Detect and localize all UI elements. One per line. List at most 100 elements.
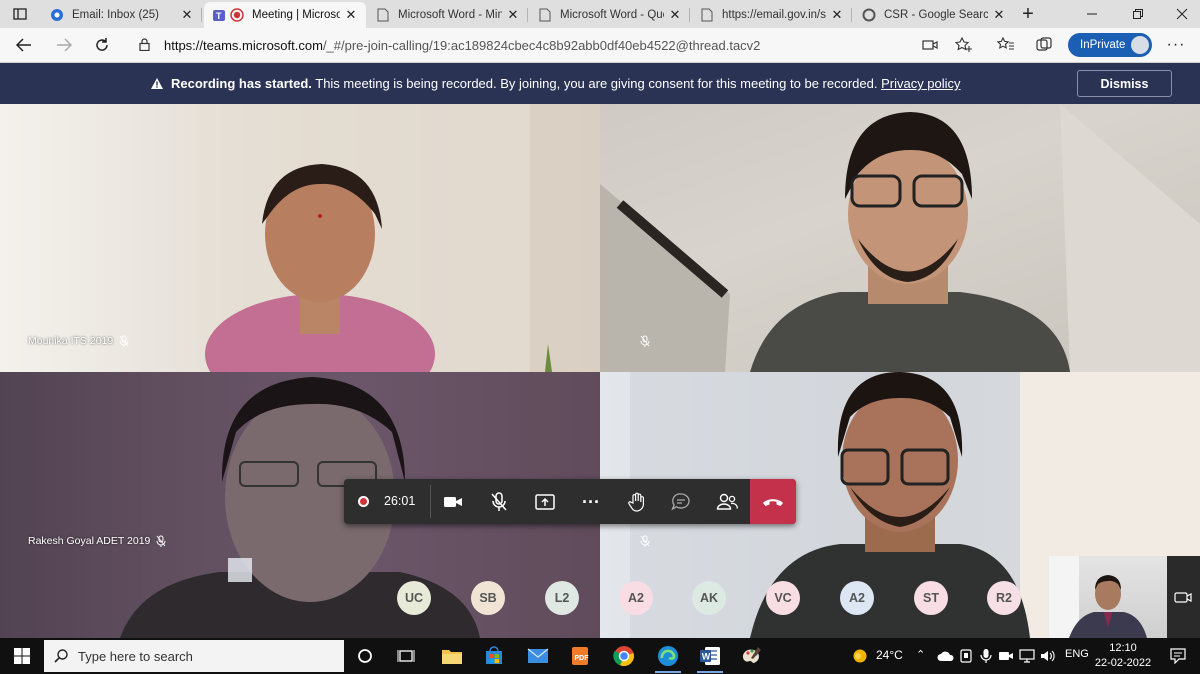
document-icon	[538, 8, 552, 22]
participant-avatar[interactable]: VC	[766, 581, 800, 615]
self-view-controls	[1167, 556, 1200, 638]
participant-name-plate: Rakesh Goyal ADET 2019	[28, 535, 166, 547]
raise-hand-button[interactable]	[622, 487, 652, 517]
close-icon[interactable]: ✕	[506, 7, 520, 23]
tab-google-search[interactable]: CSR - Google Search ✕	[854, 2, 1014, 28]
participant-avatar[interactable]: AK	[692, 581, 726, 615]
tab-word-que[interactable]: Microsoft Word - Que ✕	[530, 2, 690, 28]
word-icon[interactable]: W	[698, 644, 722, 668]
video-tile-mounika[interactable]: Mounika ITS 2019	[0, 104, 600, 372]
language-indicator[interactable]: ENG	[1065, 648, 1089, 660]
camera-icon	[444, 497, 462, 507]
close-icon[interactable]: ✕	[830, 7, 844, 23]
document-icon	[700, 8, 714, 22]
back-icon[interactable]	[14, 35, 34, 55]
participant-avatar[interactable]: ST	[914, 581, 948, 615]
participant-avatar[interactable]: UC	[397, 581, 431, 615]
camera-in-use-icon[interactable]	[920, 35, 940, 55]
switch-camera-icon[interactable]	[1174, 590, 1192, 604]
hang-up-icon	[763, 498, 783, 506]
tab-actions-icon[interactable]	[10, 4, 30, 24]
svg-text:PDF: PDF	[575, 655, 590, 662]
windows-taskbar: Type here to search PDF W 24°C ⌃ ENG 12:…	[0, 638, 1200, 674]
profile-avatar	[1131, 36, 1149, 54]
minimize-icon[interactable]	[1082, 4, 1102, 24]
edge-icon[interactable]	[656, 644, 680, 668]
url-path: /_#/pre-join-calling/19:ac189824cbec4c8b…	[322, 37, 761, 53]
inprivate-button[interactable]: InPrivate	[1068, 33, 1152, 57]
participant-avatar[interactable]: L2	[545, 581, 579, 615]
collections-icon[interactable]	[1034, 35, 1054, 55]
share-screen-button[interactable]	[530, 487, 560, 517]
clock-time: 12:10	[1109, 642, 1137, 654]
hang-up-button[interactable]	[750, 479, 796, 524]
chat-icon	[671, 493, 690, 511]
self-view-video[interactable]	[1049, 556, 1167, 638]
chat-button[interactable]	[666, 487, 696, 517]
close-icon[interactable]: ✕	[992, 7, 1006, 23]
taskbar-search-box[interactable]: Type here to search	[44, 640, 344, 672]
participant-avatar[interactable]: A2	[840, 581, 874, 615]
tab-title: Microsoft Word - Min	[398, 9, 502, 21]
banner-title: Recording has started.	[171, 76, 312, 91]
temperature-text[interactable]: 24°C	[876, 648, 903, 662]
cortana-icon[interactable]	[353, 644, 377, 668]
tab-email-gov[interactable]: https://email.gov.in/sc ✕	[692, 2, 852, 28]
volume-icon[interactable]	[1036, 644, 1060, 668]
url-domain: https://teams.microsoft.com	[164, 37, 323, 53]
microsoft-store-icon[interactable]	[482, 644, 506, 668]
mic-off-icon	[491, 492, 507, 511]
tab-word-min[interactable]: Microsoft Word - Min ✕	[368, 2, 528, 28]
camera-button[interactable]	[438, 487, 468, 517]
mic-muted-icon	[640, 535, 650, 547]
refresh-icon[interactable]	[92, 35, 112, 55]
windows-start-icon[interactable]	[10, 644, 34, 668]
paint-icon[interactable]	[740, 644, 764, 668]
banner-message: This meeting is being recorded. By joini…	[311, 76, 882, 91]
restore-icon[interactable]	[1128, 4, 1148, 24]
call-controls-bar: 26:01 ···	[344, 479, 796, 524]
tab-title: CSR - Google Search	[884, 9, 988, 21]
participants-button[interactable]	[712, 487, 742, 517]
more-icon: ···	[582, 491, 600, 512]
participant-avatar[interactable]: R2	[987, 581, 1021, 615]
task-view-icon[interactable]	[394, 644, 418, 668]
mail-icon[interactable]	[526, 644, 550, 668]
recording-banner: Recording has started. This meeting is b…	[0, 63, 1200, 104]
weather-icon[interactable]	[848, 644, 872, 668]
add-favorite-icon[interactable]	[954, 35, 974, 55]
participant-name-plate	[634, 335, 650, 347]
address-bar-row: https://teams.microsoft.com/_#/pre-join-…	[0, 28, 1200, 63]
tab-email[interactable]: Email: Inbox (25) ✕	[42, 2, 202, 28]
pdf-app-icon[interactable]: PDF	[568, 644, 592, 668]
file-explorer-icon[interactable]	[440, 644, 464, 668]
notifications-icon[interactable]	[1166, 644, 1190, 668]
tab-meeting[interactable]: T Meeting | Microsof ✕	[204, 2, 366, 28]
participant-avatar[interactable]: SB	[471, 581, 505, 615]
video-tile-participant-2[interactable]	[600, 104, 1200, 372]
forward-icon[interactable]	[54, 35, 74, 55]
dismiss-button[interactable]: Dismiss	[1077, 70, 1172, 97]
mic-muted-icon	[640, 335, 650, 347]
url-field[interactable]: https://teams.microsoft.com/_#/pre-join-…	[128, 32, 916, 58]
chrome-icon[interactable]	[612, 644, 636, 668]
favorites-icon[interactable]	[996, 35, 1016, 55]
more-actions-button[interactable]: ···	[576, 487, 606, 517]
tab-title: Meeting | Microsof	[252, 9, 340, 21]
close-icon[interactable]: ✕	[180, 7, 194, 23]
participant-name-plate	[634, 535, 650, 547]
close-window-icon[interactable]	[1172, 4, 1192, 24]
more-options-icon[interactable]: ···	[1166, 35, 1186, 55]
svg-text:T: T	[216, 11, 222, 21]
close-icon[interactable]: ✕	[344, 7, 358, 23]
participant-video	[200, 104, 552, 372]
participant-avatar[interactable]: A2	[619, 581, 653, 615]
mic-button[interactable]	[484, 487, 514, 517]
privacy-policy-link[interactable]: Privacy policy	[881, 76, 960, 91]
inprivate-label: InPrivate	[1080, 39, 1126, 51]
close-icon[interactable]: ✕	[668, 7, 682, 23]
new-tab-icon[interactable]: +	[1018, 3, 1038, 25]
system-tray-chevron-icon[interactable]: ⌃	[916, 648, 925, 661]
taskbar-clock[interactable]: 12:10 22-02-2022	[1092, 641, 1154, 671]
participant-name: Mounika ITS 2019	[28, 335, 114, 347]
